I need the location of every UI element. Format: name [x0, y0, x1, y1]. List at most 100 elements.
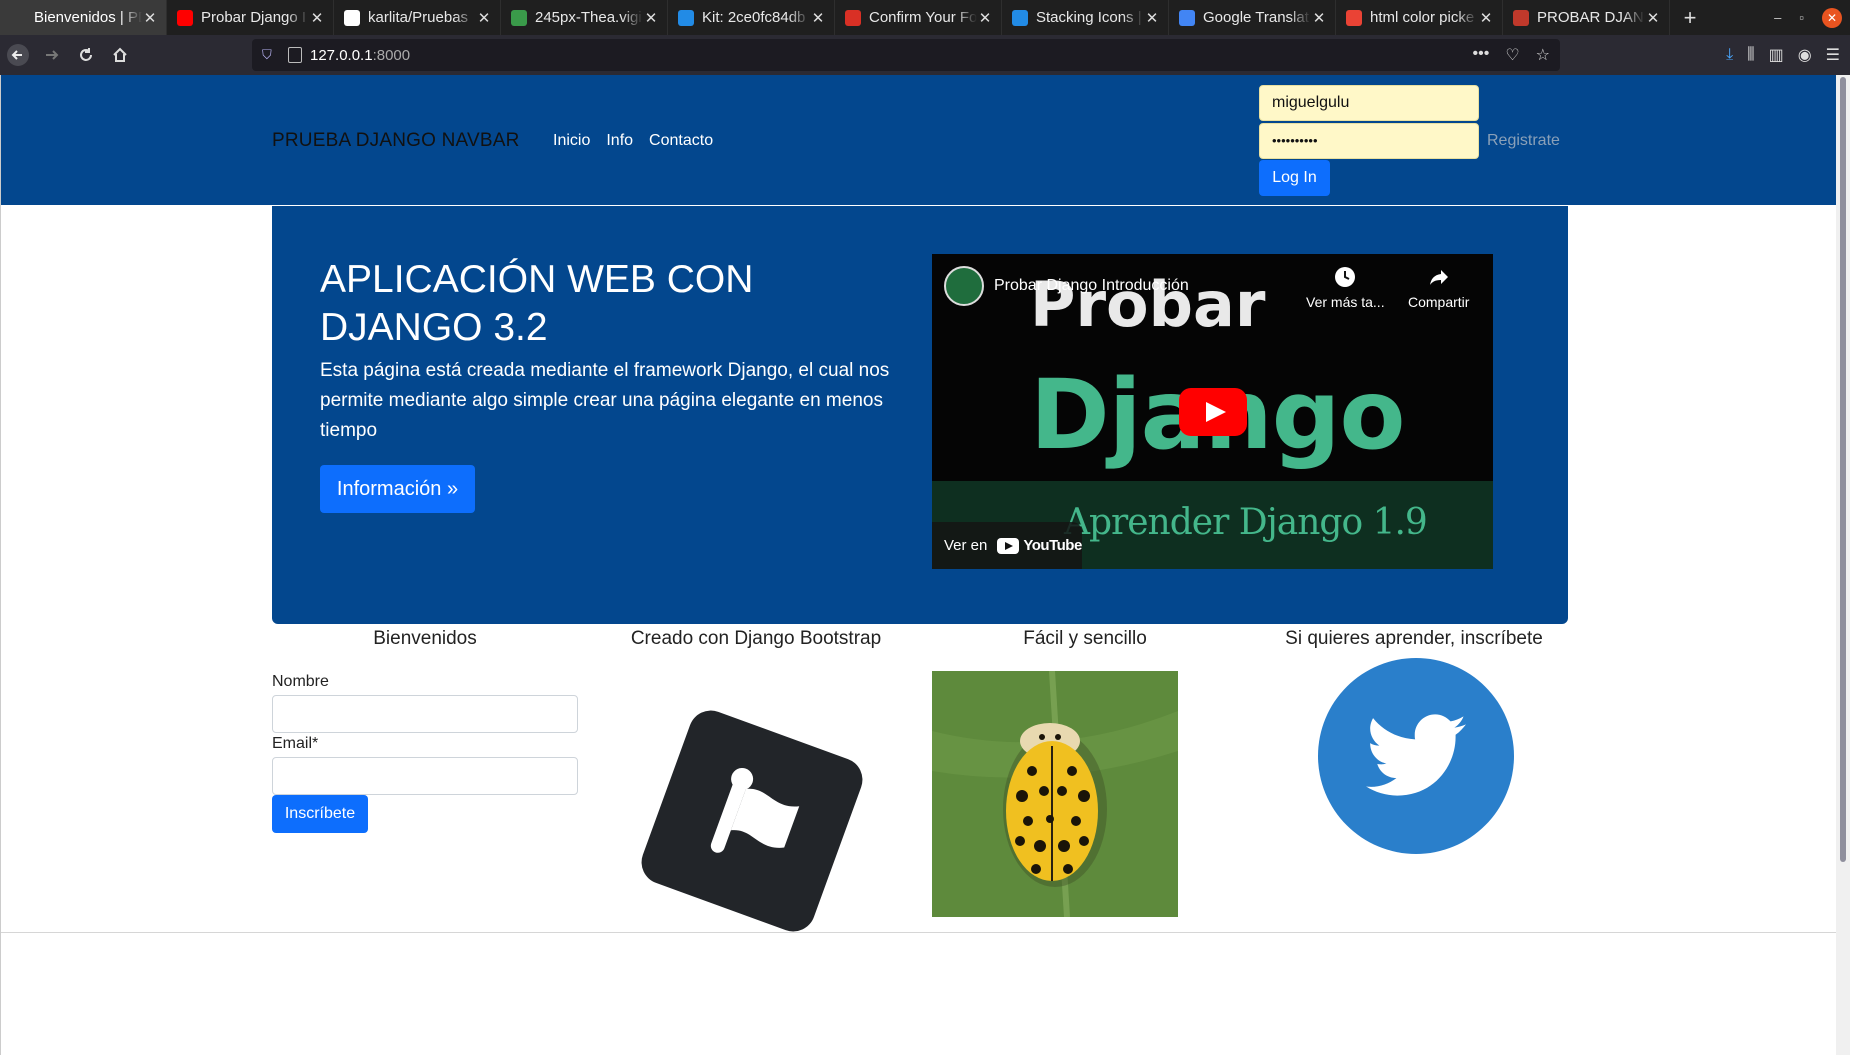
page-viewport: PRUEBA DJANGO NAVBAR Inicio Info Contact… — [0, 75, 1850, 1055]
reload-icon[interactable] — [70, 39, 102, 71]
youtube-embed[interactable]: Probar Django Aprender Django 1.9 Probar… — [932, 254, 1493, 569]
col-title-facil: Fácil y sencillo — [1023, 628, 1147, 649]
google-icon — [1346, 9, 1362, 26]
tab-close-icon[interactable]: ✕ — [810, 9, 826, 27]
tab-title: Google Translat — [1203, 9, 1309, 26]
page-icon — [10, 9, 26, 26]
page-info-icon[interactable] — [288, 47, 302, 63]
sidebar-icon[interactable]: ▥ — [1769, 45, 1784, 65]
browser-tab[interactable]: Bienvenidos | PD11✕ — [0, 0, 167, 35]
register-link[interactable]: Registrate — [1487, 132, 1560, 150]
tab-close-icon[interactable]: ✕ — [643, 9, 659, 27]
tab-close-icon[interactable]: ✕ — [1311, 9, 1327, 27]
nav-links: Inicio Info Contacto — [553, 132, 713, 150]
ladybug-image — [932, 671, 1178, 917]
account-icon[interactable]: ◉ — [1798, 45, 1812, 65]
scrollbar-thumb[interactable] — [1840, 77, 1846, 862]
flag-icon — [710, 768, 800, 853]
browser-tab[interactable]: Stacking Icons | ✕ — [1002, 0, 1169, 35]
share-button[interactable]: Compartir — [1408, 266, 1469, 310]
browser-tab[interactable]: Probar Django I ✕ — [167, 0, 334, 35]
tab-title: Bienvenidos | PD11 — [34, 9, 142, 26]
watch-on-youtube[interactable]: Ver en YouTube — [932, 522, 1082, 569]
footer-divider — [1, 932, 1837, 933]
back-icon[interactable] — [2, 39, 34, 71]
col-title-inscribete: Si quieres aprender, inscríbete — [1285, 628, 1543, 649]
translate-icon — [1179, 9, 1195, 26]
youtube-logo: YouTube — [997, 537, 1082, 554]
video-title[interactable]: Probar Django Introducción — [994, 277, 1189, 295]
window-close-icon[interactable]: ✕ — [1822, 7, 1842, 28]
channel-avatar[interactable] — [944, 266, 984, 306]
hero-text: Esta página está creada mediante el fram… — [320, 360, 890, 441]
download-icon[interactable]: ⤓ — [1726, 46, 1733, 64]
tab-title: Stacking Icons | — [1036, 9, 1142, 26]
flag-icon — [678, 9, 694, 26]
gmail-icon — [845, 9, 861, 26]
forward-icon[interactable] — [36, 39, 68, 71]
email-input[interactable] — [272, 757, 578, 795]
share-icon — [1429, 270, 1448, 285]
nav-link-info[interactable]: Info — [606, 132, 633, 150]
nav-link-inicio[interactable]: Inicio — [553, 132, 590, 150]
subscribe-button[interactable]: Inscríbete — [272, 795, 368, 833]
wikimedia-icon — [511, 9, 527, 26]
menu-icon[interactable]: ☰ — [1826, 45, 1840, 65]
more-actions-icon[interactable]: ••• — [1473, 45, 1490, 65]
browser-tab[interactable]: Kit: 2ce0fc84db ✕ — [668, 0, 835, 35]
password-input[interactable]: •••••••••• — [1259, 123, 1479, 159]
video-text-subtitle: Aprender Django 1.9 — [1064, 502, 1428, 543]
page-scrollbar[interactable] — [1836, 75, 1850, 1055]
name-label: Nombre — [272, 673, 329, 690]
browser-tab-bar: Bienvenidos | PD11✕Probar Django I✕karli… — [0, 0, 1850, 35]
browser-tab[interactable]: karlita/Pruebas ✕ — [334, 0, 501, 35]
tab-close-icon[interactable]: ✕ — [1478, 9, 1494, 27]
site-navbar: PRUEBA DJANGO NAVBAR Inicio Info Contact… — [1, 75, 1837, 205]
browser-tab[interactable]: 245px-Thea.vigi ✕ — [501, 0, 668, 35]
browser-tab[interactable]: PROBAR DJANGO✕ — [1503, 0, 1670, 35]
restore-icon[interactable]: ▫ — [1799, 10, 1804, 25]
browser-toolbar: ⛉ 127.0.0.1:8000 ••• ♡ ☆ ⤓ ⫼ ▥ ◉ ☰ — [0, 35, 1850, 75]
username-input[interactable]: miguelgulu — [1259, 85, 1479, 121]
hero-jumbotron: APLICACIÓN WEB CON DJANGO 3.2 Esta págin… — [272, 206, 1568, 624]
watch-later-button[interactable]: Ver más ta... — [1306, 266, 1385, 310]
info-button[interactable]: Información » — [320, 465, 475, 513]
tab-close-icon[interactable]: ✕ — [1645, 9, 1661, 27]
address-bar[interactable]: ⛉ 127.0.0.1:8000 ••• ♡ ☆ — [252, 39, 1560, 71]
new-tab-button[interactable]: + — [1670, 0, 1710, 35]
tracking-shield-icon[interactable]: ⛉ — [262, 47, 278, 63]
tab-title: Confirm Your Fo — [869, 9, 977, 26]
home-icon[interactable] — [104, 39, 136, 71]
browser-tab[interactable]: Google Translat ✕ — [1169, 0, 1336, 35]
flag-icon — [1012, 9, 1028, 26]
navbar-brand[interactable]: PRUEBA DJANGO NAVBAR — [272, 130, 520, 152]
library-icon[interactable]: ⫼ — [1747, 46, 1754, 64]
tab-title: Probar Django I — [201, 9, 307, 26]
browser-tab[interactable]: Confirm Your Fo ✕ — [835, 0, 1002, 35]
tab-close-icon[interactable]: ✕ — [309, 9, 325, 27]
name-input[interactable] — [272, 695, 578, 733]
tab-title: PROBAR DJANGO — [1537, 9, 1645, 26]
tab-title: karlita/Pruebas — [368, 9, 469, 26]
tab-title: Kit: 2ce0fc84db — [702, 9, 806, 26]
browser-tools: ⤓ ⫼ ▥ ◉ ☰ — [1726, 39, 1840, 71]
minimize-icon[interactable]: – — [1774, 10, 1781, 25]
login-button[interactable]: Log In — [1259, 160, 1330, 196]
url-text[interactable]: 127.0.0.1:8000 — [310, 47, 410, 64]
tab-close-icon[interactable]: ✕ — [476, 9, 492, 27]
nav-link-contacto[interactable]: Contacto — [649, 132, 713, 150]
twitter-icon[interactable] — [1318, 658, 1514, 854]
play-icon[interactable] — [1179, 388, 1247, 436]
tab-title: 245px-Thea.vigi — [535, 9, 642, 26]
bookmark-star-icon[interactable]: ☆ — [1536, 45, 1550, 65]
clock-icon — [1335, 267, 1356, 287]
youtube-icon — [177, 9, 193, 26]
window-controls: – ▫ ✕ — [1774, 0, 1850, 35]
tab-close-icon[interactable]: ✕ — [142, 9, 158, 27]
tab-close-icon[interactable]: ✕ — [977, 9, 993, 27]
email-label: Email* — [272, 735, 319, 752]
pocket-icon[interactable]: ♡ — [1505, 45, 1519, 65]
tab-close-icon[interactable]: ✕ — [1144, 9, 1160, 27]
browser-tab[interactable]: html color picke ✕ — [1336, 0, 1503, 35]
hero-title: APLICACIÓN WEB CON DJANGO 3.2 — [320, 258, 754, 349]
